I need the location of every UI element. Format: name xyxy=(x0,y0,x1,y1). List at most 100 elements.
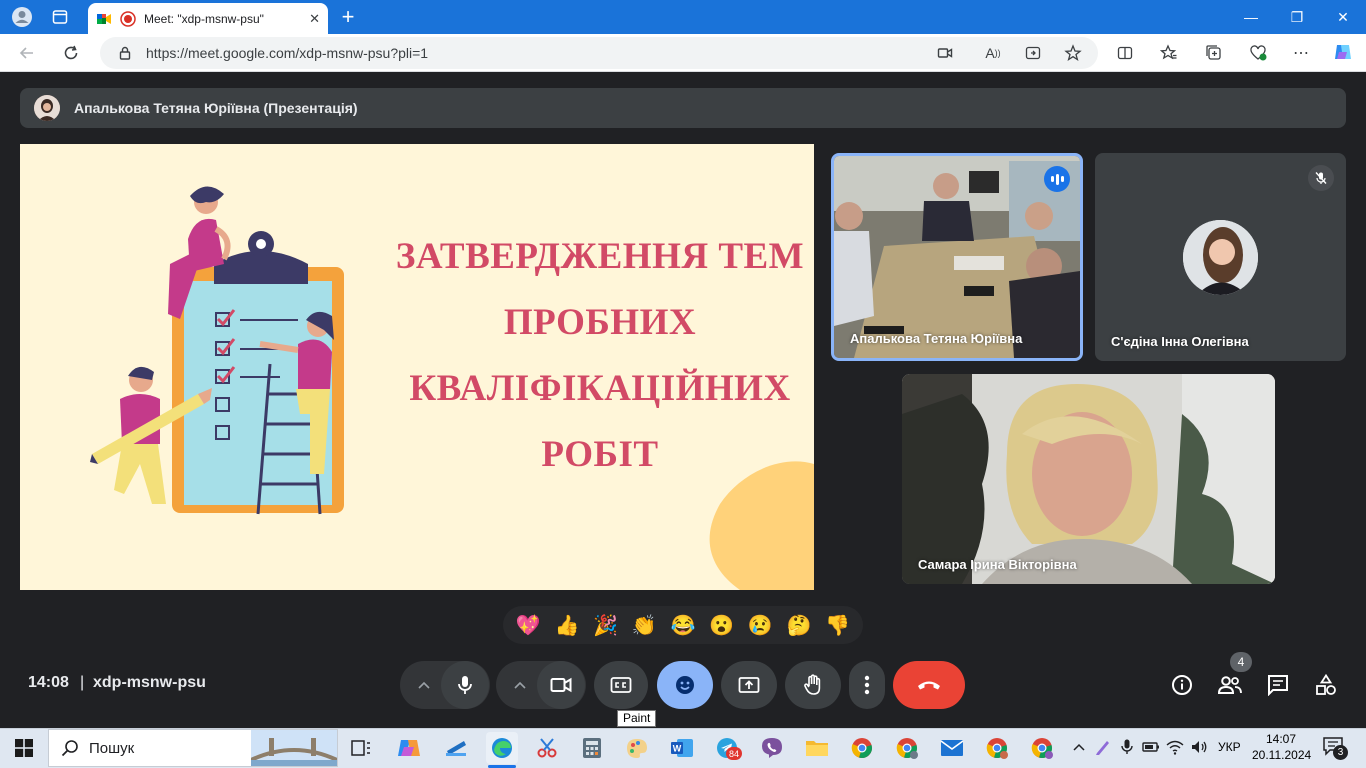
copilot-icon[interactable] xyxy=(1332,41,1354,63)
battery-icon[interactable] xyxy=(1142,738,1160,756)
svg-text:W: W xyxy=(673,744,682,754)
file-explorer-icon[interactable] xyxy=(802,733,832,763)
active-browser-tab[interactable]: Meet: "xdp-msnw-psu" ✕ xyxy=(88,3,328,34)
camera-in-use-icon[interactable] xyxy=(934,42,956,64)
present-screen-button[interactable] xyxy=(721,661,777,709)
people-icon[interactable] xyxy=(1217,672,1243,698)
taskbar-clock[interactable]: 14:07 20.11.2024 xyxy=(1252,731,1311,763)
more-options-button[interactable] xyxy=(849,661,885,709)
search-icon xyxy=(61,740,78,757)
reaction-thumbs-up[interactable]: 👍 xyxy=(551,609,583,641)
word-icon[interactable]: W xyxy=(667,733,697,763)
telegram-icon[interactable]: 84 xyxy=(712,733,742,763)
search-highlight-bridge-icon xyxy=(251,730,337,766)
speaking-indicator-icon xyxy=(1044,166,1070,192)
copilot-taskbar-icon[interactable] xyxy=(394,733,424,763)
reaction-thumbs-down[interactable]: 👎 xyxy=(822,609,854,641)
search-placeholder: Пошук xyxy=(89,739,135,757)
pc-app-icon[interactable] xyxy=(441,733,471,763)
new-tab-button[interactable]: + xyxy=(336,4,360,29)
mic-in-use-icon[interactable] xyxy=(1118,738,1136,756)
show-hidden-icons-chevron-icon[interactable] xyxy=(1070,738,1088,756)
read-aloud-icon[interactable]: A)) xyxy=(982,42,1004,64)
back-arrow-icon[interactable] xyxy=(16,42,38,64)
close-tab-icon[interactable]: ✕ xyxy=(309,11,320,27)
pen-icon[interactable] xyxy=(1094,738,1112,756)
profile-icon[interactable] xyxy=(10,5,34,29)
mail-icon[interactable] xyxy=(937,733,967,763)
meeting-code: xdp-msnw-psu xyxy=(93,674,206,691)
reactions-button[interactable] xyxy=(657,661,713,709)
video-settings-chevron-icon[interactable] xyxy=(508,675,532,695)
edge-taskbar-icon[interactable] xyxy=(486,732,518,764)
activities-icon[interactable] xyxy=(1313,672,1339,698)
captions-icon xyxy=(610,677,632,693)
minimize-button[interactable]: — xyxy=(1228,0,1274,34)
collections-icon[interactable] xyxy=(1203,42,1225,64)
audio-settings-chevron-icon[interactable] xyxy=(412,675,436,695)
viber-icon[interactable] xyxy=(757,733,787,763)
task-view-icon[interactable] xyxy=(346,733,376,763)
present-screen-icon xyxy=(738,677,760,693)
reaction-crying[interactable]: 😢 xyxy=(744,609,776,641)
participant-tile-syedina[interactable]: С'єдіна Інна Олегівна xyxy=(1095,153,1346,361)
presentation-banner-label: Апалькова Тетяна Юріївна (Презентація) xyxy=(74,100,358,116)
calculator-icon[interactable] xyxy=(577,733,607,763)
presenter-avatar xyxy=(34,95,60,121)
reactions-bar: 💖 👍 🎉 👏 😂 😮 😢 🤔 👎 xyxy=(503,606,863,644)
participants-count-badge: 4 xyxy=(1230,652,1252,672)
snipping-tool-icon[interactable] xyxy=(532,733,562,763)
slide-title: ЗАТВЕРДЖЕННЯ ТЕМ ПРОБНИХ КВАЛІФІКАЦІЙНИХ… xyxy=(390,224,810,488)
reaction-clapping[interactable]: 👏 xyxy=(628,609,660,641)
clock-separator: | xyxy=(80,674,85,691)
browser-essentials-icon[interactable] xyxy=(1247,42,1269,64)
volume-icon[interactable] xyxy=(1190,738,1208,756)
chrome-profile-2-icon[interactable] xyxy=(982,733,1012,763)
taskbar-search[interactable]: Пошук xyxy=(48,729,338,767)
paint-icon[interactable] xyxy=(622,733,652,763)
reaction-thinking[interactable]: 🤔 xyxy=(783,609,815,641)
chrome-profile-3-icon[interactable] xyxy=(1027,733,1057,763)
more-options-icon[interactable]: ⋯ xyxy=(1290,42,1312,64)
more-vertical-icon xyxy=(864,675,870,695)
microphone-icon xyxy=(458,676,472,694)
reaction-laughing[interactable]: 😂 xyxy=(667,609,699,641)
emoji-icon xyxy=(676,676,694,694)
tab-actions-icon[interactable] xyxy=(48,5,72,29)
wifi-icon[interactable] xyxy=(1166,738,1184,756)
favorite-star-icon[interactable] xyxy=(1062,42,1084,64)
reaction-party-popper[interactable]: 🎉 xyxy=(590,609,622,641)
meeting-details-icon[interactable] xyxy=(1169,672,1195,698)
notifications-icon[interactable]: 3 xyxy=(1322,736,1348,760)
split-screen-icon[interactable] xyxy=(1114,42,1136,64)
favorites-icon[interactable] xyxy=(1158,42,1180,64)
meet-favicon-icon xyxy=(96,11,112,27)
app-available-icon[interactable] xyxy=(1022,42,1044,64)
chrome-profile-icon[interactable] xyxy=(892,733,922,763)
telegram-unread-badge: 84 xyxy=(726,747,742,760)
participant-avatar-syedina xyxy=(1183,220,1258,295)
participant-tile-samara[interactable]: Самара Ірина Вікторівна xyxy=(902,374,1275,584)
restore-button[interactable]: ❐ xyxy=(1274,0,1320,34)
leave-call-button[interactable] xyxy=(893,661,965,709)
slide-title-line-2: ПРОБНИХ xyxy=(503,302,697,343)
hand-icon xyxy=(804,674,821,695)
reload-icon[interactable] xyxy=(60,42,82,64)
captions-button[interactable] xyxy=(594,661,648,709)
reaction-sparkling-heart[interactable]: 💖 xyxy=(512,609,544,641)
taskbar-time: 14:07 xyxy=(1265,732,1297,746)
lock-icon xyxy=(118,46,132,60)
camera-button[interactable] xyxy=(537,661,585,709)
microphone-button[interactable] xyxy=(441,661,489,709)
start-button[interactable] xyxy=(9,733,39,763)
close-window-button[interactable]: ✕ xyxy=(1320,0,1366,34)
tab-title: Meet: "xdp-msnw-psu" xyxy=(144,11,264,26)
participant-name: Апалькова Тетяна Юріївна xyxy=(850,331,1023,346)
input-language[interactable]: УКР xyxy=(1218,740,1241,754)
chat-icon[interactable] xyxy=(1265,672,1291,698)
participant-tile-apalkova[interactable]: Апалькова Тетяна Юріївна xyxy=(831,153,1083,361)
chrome-icon[interactable] xyxy=(847,733,877,763)
raise-hand-button[interactable] xyxy=(785,661,841,709)
reaction-surprised[interactable]: 😮 xyxy=(706,609,738,641)
notification-count-badge: 3 xyxy=(1333,745,1348,760)
